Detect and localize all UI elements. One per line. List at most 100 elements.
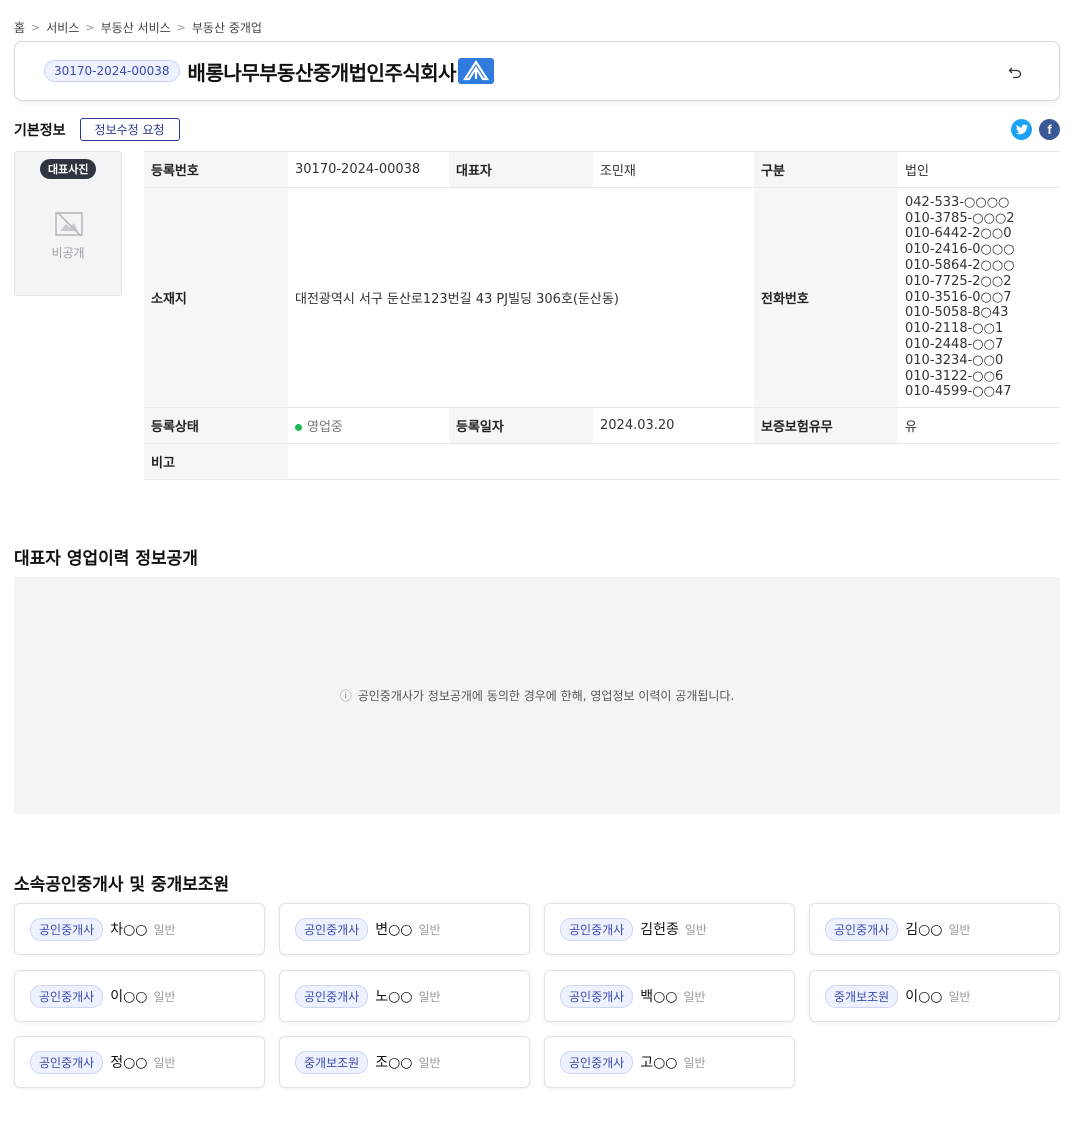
back-button[interactable]: [1005, 62, 1025, 82]
back-arrow-icon: [1008, 67, 1022, 79]
label-representative: 대표자: [449, 151, 593, 188]
table-row: 소재지 대전광역시 서구 둔산로123번길 43 PJ빌딩 306호(둔산동) …: [144, 187, 1060, 408]
sales-history-title: 대표자 영업이력 정보공개: [14, 549, 198, 569]
value-address: 대전광역시 서구 둔산로123번길 43 PJ빌딩 306호(둔산동): [288, 187, 754, 408]
label-phone: 전화번호: [754, 187, 898, 408]
photo-badge: 대표사진: [40, 159, 97, 179]
agent-type: 일반: [948, 922, 971, 937]
value-insurance: 유: [898, 407, 1060, 444]
agent-name: 이○○: [905, 989, 943, 1005]
label-remarks: 비고: [144, 443, 288, 480]
phone-number: 042-533-○○○○: [905, 194, 1010, 210]
twitter-icon[interactable]: [1011, 119, 1032, 140]
chevron-right-icon: >: [176, 21, 186, 34]
role-badge: 공인중개사: [560, 1050, 634, 1074]
representative-photo: 대표사진 비공개: [14, 151, 122, 296]
agent-type: 일반: [684, 922, 707, 937]
phone-number: 010-2448-○○7: [905, 336, 1004, 352]
agent-name: 변○○: [375, 922, 413, 938]
status-text: 영업중: [307, 420, 343, 435]
chevron-right-icon: >: [31, 21, 41, 34]
phone-number: 010-2118-○○1: [905, 321, 1004, 337]
phone-list: 042-533-○○○○ 010-3785-○○○2 010-6442-2○○0…: [898, 187, 1060, 408]
agent-type: 일반: [153, 1055, 176, 1070]
role-badge: 공인중개사: [30, 984, 104, 1008]
office-header-card: 30170-2024-00038 배롱나무부동산중개법인주식회사: [14, 41, 1060, 101]
breadcrumb: 홈 > 서비스 > 부동산 서비스 > 부동산 중개업: [14, 19, 262, 36]
role-badge: 중개보조원: [825, 984, 899, 1008]
role-badge: 공인중개사: [560, 984, 634, 1008]
role-badge: 공인중개사: [560, 917, 634, 941]
photo-private-label: 비공개: [51, 246, 85, 260]
phone-number: 010-5058-8○43: [905, 305, 1009, 321]
phone-number: 010-3234-○○0: [905, 352, 1004, 368]
phone-number: 010-4599-○○47: [905, 384, 1012, 400]
agent-card[interactable]: 공인중개사 노○○ 일반: [279, 970, 530, 1022]
agent-name: 고○○: [640, 1055, 678, 1071]
value-category: 법인: [898, 151, 1060, 188]
label-reg-no: 등록번호: [144, 151, 288, 188]
agent-type: 일반: [153, 922, 176, 937]
label-status: 등록상태: [144, 407, 288, 444]
breadcrumb-brokerage[interactable]: 부동산 중개업: [192, 19, 262, 36]
agent-type: 일반: [683, 1055, 706, 1070]
agent-name: 노○○: [375, 989, 413, 1005]
label-category: 구분: [754, 151, 898, 188]
edit-request-button[interactable]: 정보수정 요청: [79, 118, 180, 141]
agent-card[interactable]: 공인중개사 정○○ 일반: [14, 1036, 265, 1088]
logo-icon: [458, 58, 495, 84]
breadcrumb-services[interactable]: 서비스: [46, 19, 79, 36]
phone-number: 010-3122-○○6: [905, 368, 1004, 384]
agent-card[interactable]: 공인중개사 고○○ 일반: [544, 1036, 795, 1088]
share-buttons: f: [1011, 119, 1060, 140]
phone-number: 010-7725-2○○2: [905, 273, 1012, 289]
agent-card[interactable]: 공인중개사 이○○ 일반: [14, 970, 265, 1022]
role-badge: 중개보조원: [295, 1050, 369, 1074]
table-row: 비고: [144, 443, 1060, 480]
reg-number-badge: 30170-2024-00038: [44, 60, 180, 82]
phone-number: 010-3516-0○○7: [905, 289, 1012, 305]
agent-card[interactable]: 공인중개사 차○○ 일반: [14, 903, 265, 955]
value-status: 영업중: [288, 407, 449, 444]
phone-number: 010-5864-2○○○: [905, 258, 1015, 273]
agent-type: 일반: [948, 989, 971, 1004]
agent-card[interactable]: 공인중개사 변○○ 일반: [279, 903, 530, 955]
value-reg-date: 2024.03.20: [593, 407, 754, 444]
notice-text: 공인중개사가 정보공개에 동의한 경우에 한해, 영업정보 이력이 공개됩니다.: [357, 689, 735, 703]
agent-card[interactable]: 공인중개사 김○○ 일반: [809, 903, 1060, 955]
role-badge: 공인중개사: [30, 917, 104, 941]
phone-number: 010-2416-0○○○: [905, 242, 1015, 258]
basic-info-header: 기본정보 정보수정 요청: [14, 118, 180, 141]
basic-info-table: 등록번호 30170-2024-00038 대표자 조민재 구분 법인 소재지 …: [144, 151, 1060, 480]
table-row: 등록상태 영업중 등록일자 2024.03.20 보증보험유무 유: [144, 407, 1060, 444]
agent-name: 이○○: [110, 989, 148, 1005]
no-image-icon: [55, 211, 83, 237]
breadcrumb-realestate-services[interactable]: 부동산 서비스: [101, 19, 171, 36]
role-badge: 공인중개사: [295, 984, 369, 1008]
agent-name: 백○○: [640, 989, 678, 1005]
label-reg-date: 등록일자: [449, 407, 593, 444]
agent-type: 일반: [683, 989, 706, 1004]
status-dot-icon: [295, 424, 302, 431]
agent-type: 일반: [418, 922, 441, 937]
value-remarks: [288, 443, 1060, 480]
agent-card[interactable]: 공인중개사 백○○ 일반: [544, 970, 795, 1022]
sales-history-notice: ⓘ 공인중개사가 정보공개에 동의한 경우에 한해, 영업정보 이력이 공개됩니…: [14, 577, 1060, 814]
agent-name: 김헌종: [640, 922, 679, 938]
label-address: 소재지: [144, 187, 288, 408]
chevron-right-icon: >: [85, 21, 95, 34]
agent-card[interactable]: 중개보조원 조○○ 일반: [279, 1036, 530, 1088]
value-reg-no: 30170-2024-00038: [288, 151, 449, 188]
role-badge: 공인중개사: [295, 917, 369, 941]
role-badge: 공인중개사: [30, 1050, 104, 1074]
agent-type: 일반: [153, 989, 176, 1004]
basic-info-title: 기본정보: [14, 122, 66, 139]
facebook-icon[interactable]: f: [1039, 119, 1060, 140]
agent-card[interactable]: 공인중개사 김헌종 일반: [544, 903, 795, 955]
breadcrumb-home[interactable]: 홈: [14, 19, 25, 36]
agent-card[interactable]: 중개보조원 이○○ 일반: [809, 970, 1060, 1022]
agents-title: 소속공인중개사 및 중개보조원: [14, 875, 230, 895]
role-badge: 공인중개사: [825, 917, 899, 941]
phone-number: 010-3785-○○○2: [905, 210, 1015, 226]
phone-number: 010-6442-2○○0: [905, 226, 1012, 242]
